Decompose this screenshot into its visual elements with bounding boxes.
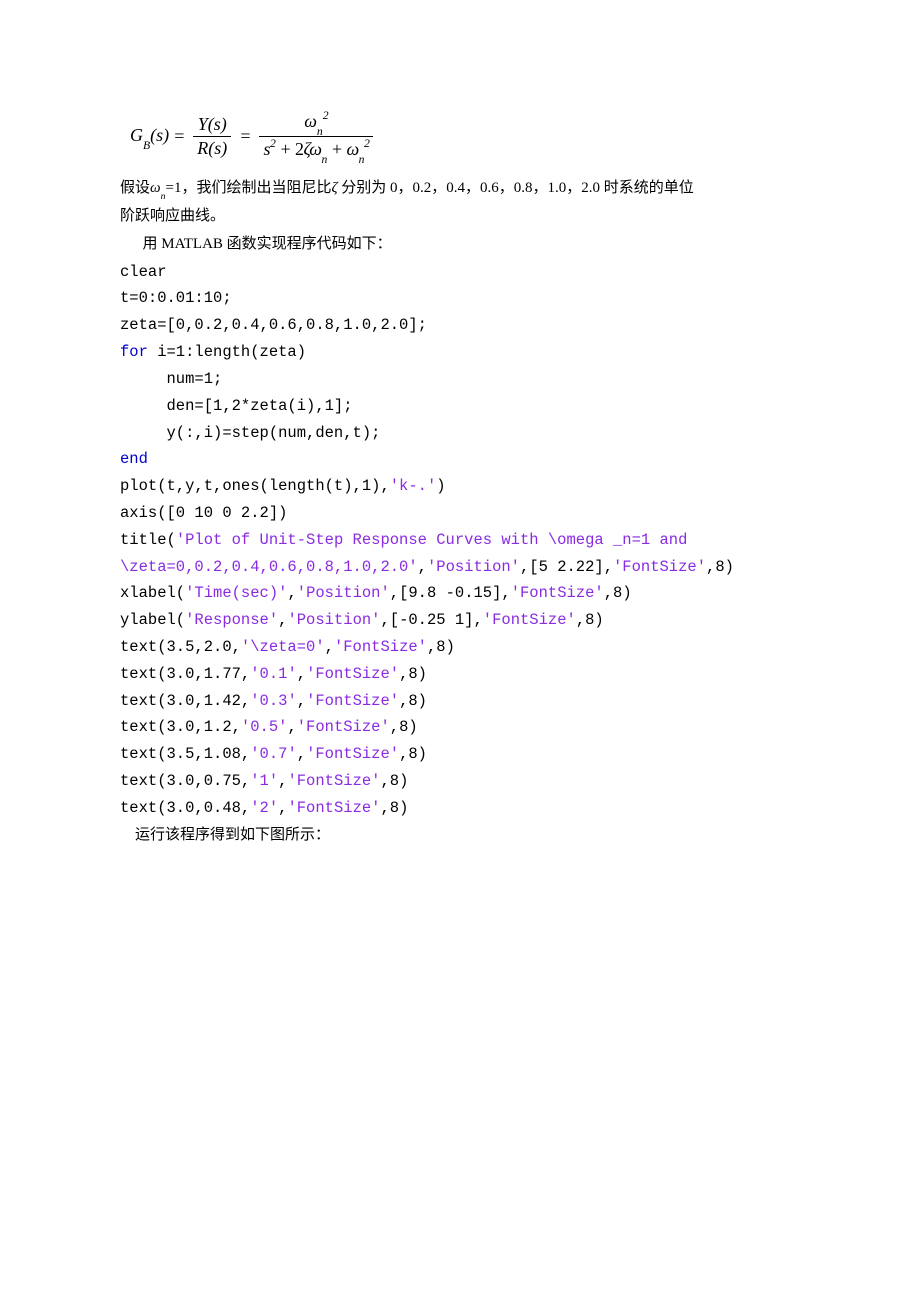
code-line: ylabel('Response','Position',[-0.25 1],'… — [120, 611, 604, 629]
code-line: y(:,i)=step(num,den,t); — [120, 424, 380, 442]
code-line: text(3.0,0.75,'1','FontSize',8) — [120, 772, 408, 790]
code-line: plot(t,y,t,ones(length(t),1),'k-.') — [120, 477, 446, 495]
code-line: t=0:0.01:10; — [120, 289, 232, 307]
code-line: clear — [120, 263, 167, 281]
code-line: num=1; — [120, 370, 222, 388]
code-line: text(3.0,1.77,'0.1','FontSize',8) — [120, 665, 427, 683]
transfer-function-formula: GB(s) = Y(s) R(s) = ωn2 s2 + 2ζωn + ωn2 — [130, 110, 800, 163]
code-line: text(3.5,1.08,'0.7','FontSize',8) — [120, 745, 427, 763]
code-line: axis([0 10 0 2.2]) — [120, 504, 287, 522]
result-intro-line: 运行该程序得到如下图所示： — [120, 822, 800, 850]
code-line: text(3.0,1.42,'0.3','FontSize',8) — [120, 692, 427, 710]
code-line: den=[1,2*zeta(i),1]; — [120, 397, 353, 415]
matlab-code-block: clear t=0:0.01:10; zeta=[0,0.2,0.4,0.6,0… — [120, 259, 800, 822]
code-line: end — [120, 450, 148, 468]
code-line: zeta=[0,0.2,0.4,0.6,0.8,1.0,2.0]; — [120, 316, 427, 334]
code-line: \zeta=0,0.2,0.4,0.6,0.8,1.0,2.0','Positi… — [120, 558, 734, 576]
intro-line: 用 MATLAB 函数实现程序代码如下： — [120, 231, 800, 259]
code-line: text(3.0,1.2,'0.5','FontSize',8) — [120, 718, 418, 736]
code-line: title('Plot of Unit-Step Response Curves… — [120, 531, 697, 549]
code-line: text(3.5,2.0,'\zeta=0','FontSize',8) — [120, 638, 455, 656]
code-line: xlabel('Time(sec)','Position',[9.8 -0.15… — [120, 584, 632, 602]
code-line: for i=1:length(zeta) — [120, 343, 306, 361]
assumption-line-1: 假设ωn=1，我们绘制出当阻尼比ζ 分别为 0，0.2，0.4，0.6，0.8，… — [120, 175, 800, 203]
assumption-line-2: 阶跃响应曲线。 — [120, 203, 800, 231]
code-line: text(3.0,0.48,'2','FontSize',8) — [120, 799, 408, 817]
document-page: GB(s) = Y(s) R(s) = ωn2 s2 + 2ζωn + ωn2 … — [0, 0, 920, 1302]
